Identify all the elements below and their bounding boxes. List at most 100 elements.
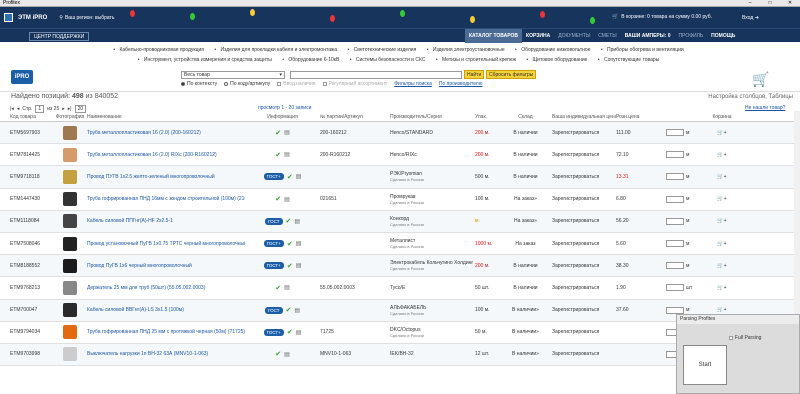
category-link[interactable]: • Щитовое оборудование <box>526 57 590 63</box>
add-to-cart-icon[interactable]: 🛒+ <box>712 285 732 291</box>
register-link[interactable]: Зарегистрироваться <box>546 263 616 269</box>
category-link[interactable]: • Кабельно-проводниковая продукция <box>113 47 207 53</box>
tab-documents[interactable]: ДОКУМЕНТЫ <box>554 29 594 43</box>
product-photo[interactable] <box>53 169 87 184</box>
document-icon[interactable]: ▤ <box>284 351 290 358</box>
register-link[interactable]: Зарегистрироваться <box>546 130 616 136</box>
tab-cart[interactable]: КОРЗИНА <box>522 29 554 43</box>
category-link[interactable]: • Изделия электроустановочные <box>427 47 508 53</box>
gost-badge[interactable]: ГОСТ <box>264 306 283 314</box>
register-link[interactable]: Зарегистрироваться <box>546 307 616 313</box>
product-photo[interactable] <box>53 303 87 318</box>
add-to-cart-icon[interactable]: 🛒+ <box>712 174 732 180</box>
category-link[interactable]: • Инструмент, устройства измерения и сре… <box>138 57 275 63</box>
category-link[interactable]: • Метизы и строительный крепеж <box>436 57 519 63</box>
register-link[interactable]: Зарегистрироваться <box>546 218 616 224</box>
category-link[interactable]: • Светотехнические изделия <box>348 47 420 53</box>
tab-amperes[interactable]: ВАШИ АМПЕРЫ: 0 <box>621 29 675 43</box>
quantity-input[interactable] <box>666 195 684 203</box>
product-thumbnail[interactable] <box>63 169 77 184</box>
tab-estimates[interactable]: СМЕТЫ <box>594 29 621 43</box>
full-parsing-checkbox[interactable]: Full Parsing <box>729 335 761 341</box>
column-settings-link[interactable]: Настройка столбцов, Таблицы <box>708 94 793 100</box>
quantity-input[interactable] <box>666 240 684 248</box>
gost-badge[interactable]: ГОСТ+ <box>263 262 284 270</box>
product-thumbnail[interactable] <box>63 325 77 340</box>
register-link[interactable]: Зарегистрироваться <box>546 174 616 180</box>
product-name-link[interactable]: Труба гофрированная ПНД 16мм с зондом ст… <box>87 196 245 202</box>
category-link[interactable]: • Оборудование 6-10кВ <box>282 57 342 63</box>
product-thumbnail[interactable] <box>63 214 77 229</box>
quantity-input[interactable] <box>666 284 684 292</box>
document-icon[interactable]: ▤ <box>284 196 290 203</box>
add-to-cart-icon[interactable]: 🛒+ <box>712 130 732 136</box>
add-to-cart-icon[interactable]: 🛒+ <box>712 263 732 269</box>
document-icon[interactable]: ▤ <box>296 329 302 336</box>
radio-article[interactable]: По коду/артикулу <box>224 81 270 87</box>
prev-page-icon[interactable]: ◂ <box>17 106 20 112</box>
quantity-input[interactable] <box>666 173 684 181</box>
product-name-link[interactable]: Труба гофрированная ПНД 25 мм с протяжко… <box>87 329 245 335</box>
product-thumbnail[interactable] <box>63 258 77 273</box>
register-link[interactable]: Зарегистрироваться <box>546 351 616 357</box>
product-thumbnail[interactable] <box>63 303 77 318</box>
tab-catalog[interactable]: КАТАЛОГ ТОВАРОВ <box>465 29 523 43</box>
category-link[interactable]: • Оборудование низковольтное <box>515 47 593 53</box>
product-name-link[interactable]: Держатель 25 мм для труб (50шт) (55.05.0… <box>87 285 245 291</box>
by-manufacturer-link[interactable]: По производителю <box>439 81 483 87</box>
document-icon[interactable]: ▤ <box>284 129 290 136</box>
quantity-input[interactable] <box>666 217 684 225</box>
register-link[interactable]: Зарегистрироваться <box>546 329 616 335</box>
gost-badge[interactable]: ГОСТ <box>264 217 283 225</box>
product-name-link[interactable]: Кабель силовой ППГнг(А)-HF 2х2.5-1 <box>87 218 245 224</box>
quantity-input[interactable] <box>666 306 684 314</box>
quantity-input[interactable] <box>666 262 684 270</box>
checkbox-stock[interactable]: Ввод наличия <box>277 81 316 87</box>
add-to-cart-icon[interactable]: 🛒+ <box>712 307 732 313</box>
per-page-select[interactable]: 20 <box>74 105 87 113</box>
product-photo[interactable] <box>53 192 87 207</box>
document-icon[interactable]: ▤ <box>284 151 290 158</box>
product-photo[interactable] <box>53 347 87 362</box>
radio-context[interactable]: По контексту <box>181 81 217 87</box>
last-page-icon[interactable]: ▸| <box>68 106 72 112</box>
header-cart[interactable]: 🛒 В корзине: 0 товара на сумму 0.00 руб. <box>612 14 712 20</box>
tab-profile[interactable]: ПРОФИЛЬ <box>675 29 708 43</box>
quantity-input[interactable] <box>666 151 684 159</box>
product-photo[interactable] <box>53 214 87 229</box>
product-photo[interactable] <box>53 147 87 162</box>
gost-badge[interactable]: ГОСТ+ <box>263 328 284 336</box>
start-button[interactable]: Start <box>683 345 727 385</box>
product-thumbnail[interactable] <box>63 347 77 362</box>
search-filters-link[interactable]: Фильтры поиска <box>394 81 432 87</box>
add-to-cart-icon[interactable]: 🛒+ <box>712 152 732 158</box>
not-found-link[interactable]: Не нашли товар? <box>745 105 785 111</box>
product-name-link[interactable]: Выключатель нагрузки 1п ВН-32 63А (MNV10… <box>87 351 245 357</box>
document-icon[interactable]: ▤ <box>296 240 302 247</box>
search-scope-select[interactable]: Весь товар ▾ <box>181 71 285 79</box>
region-selector[interactable]: ⚲ Ваш регион: выбрать <box>59 15 114 21</box>
document-icon[interactable]: ▤ <box>296 173 302 180</box>
category-link[interactable]: • Изделия для прокладки кабеля и электро… <box>214 47 340 53</box>
product-thumbnail[interactable] <box>63 280 77 295</box>
reset-filters-button[interactable]: Сбросить фильтры <box>486 70 537 79</box>
page-input[interactable]: 1 <box>35 105 45 113</box>
product-photo[interactable] <box>53 125 87 140</box>
register-link[interactable]: Зарегистрироваться <box>546 241 616 247</box>
tab-help[interactable]: ПОМОЩЬ <box>707 29 739 43</box>
maximize-icon[interactable]: □ <box>760 0 780 6</box>
category-link[interactable]: • Сопутствующие товары <box>598 57 662 63</box>
product-photo[interactable] <box>53 325 87 340</box>
add-to-cart-icon[interactable]: 🛒+ <box>712 241 732 247</box>
product-thumbnail[interactable] <box>63 125 77 140</box>
login-link[interactable]: Вход ➜ <box>742 15 759 21</box>
gost-badge[interactable]: ГОСТ+ <box>263 173 284 181</box>
document-icon[interactable]: ▤ <box>294 307 300 314</box>
document-icon[interactable]: ▤ <box>294 218 300 225</box>
product-photo[interactable] <box>53 258 87 273</box>
first-page-icon[interactable]: |◂ <box>10 106 14 112</box>
find-button[interactable]: Найти <box>464 70 485 79</box>
register-link[interactable]: Зарегистрироваться <box>546 285 616 291</box>
register-link[interactable]: Зарегистрироваться <box>546 152 616 158</box>
add-to-cart-icon[interactable]: 🛒+ <box>712 196 732 202</box>
